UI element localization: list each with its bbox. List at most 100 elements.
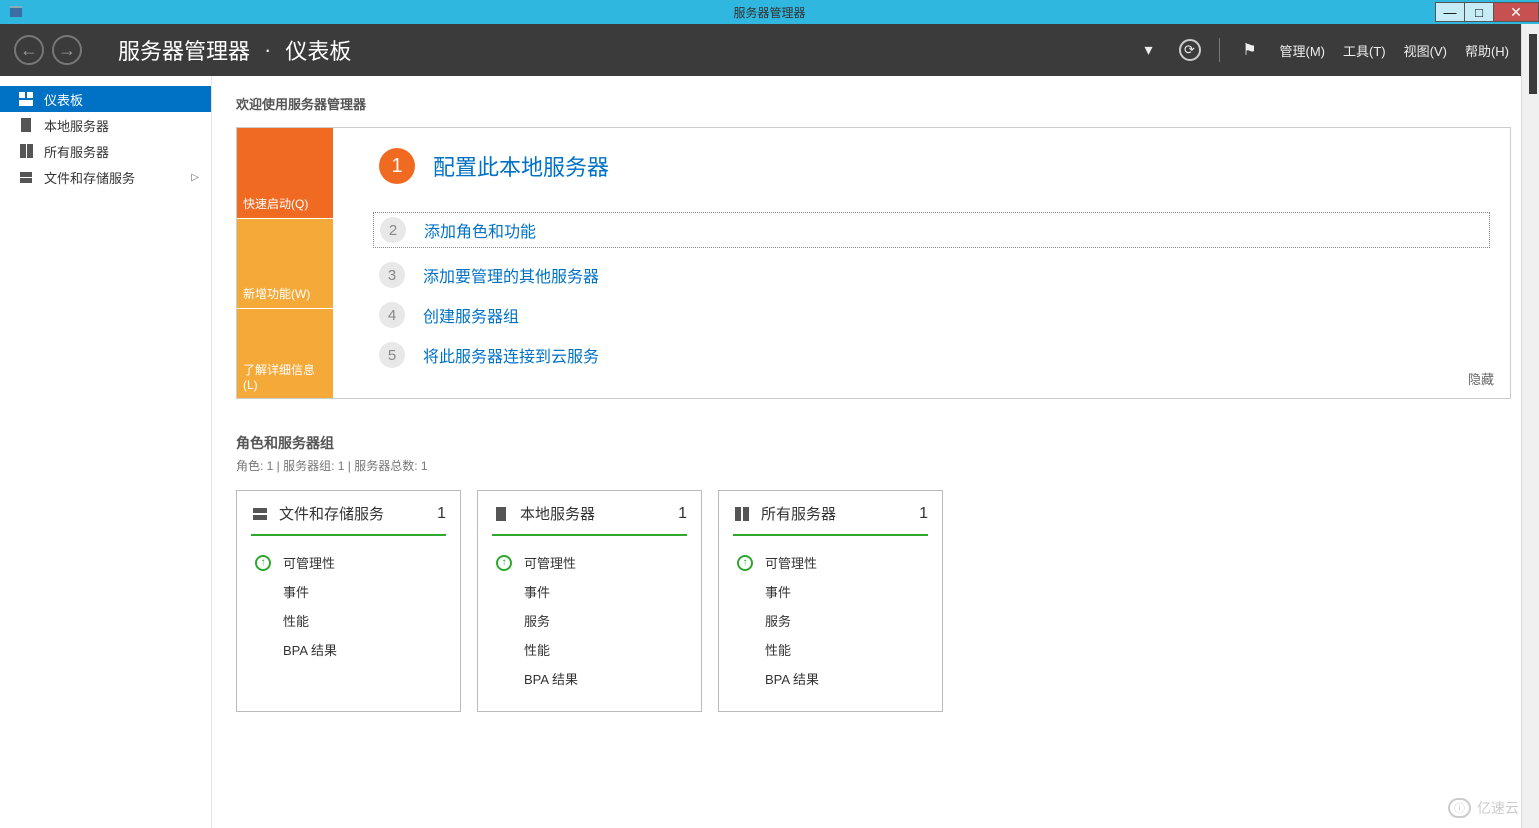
header: ← → 服务器管理器 · 仪表板 ▾ ⟳ ⚑ 管理(M) 工具(T) 视图(V)… [0,24,1539,76]
roles-title: 角色和服务器组 [236,433,1511,453]
step-link: 创建服务器组 [423,303,519,327]
scrollbar-thumb[interactable] [1529,34,1537,94]
tile-row-manageability[interactable]: ↑ 可管理性 [733,548,928,577]
tab-whats-new[interactable]: 新增功能(W) [237,218,333,308]
servers-icon [18,143,34,159]
tab-label: 新增功能(W) [243,285,310,302]
breadcrumb-app: 服务器管理器 [118,34,250,66]
tab-learn-more[interactable]: 了解详细信息(L) [237,308,333,398]
breadcrumb-page: 仪表板 [285,34,351,66]
tile-row-label: 事件 [765,582,791,601]
chevron-right-icon: ▷ [191,172,199,183]
welcome-header: 欢迎使用服务器管理器 [236,94,1511,113]
status-ok-icon: ↑ [737,555,753,571]
tile-row-label: 性能 [283,611,309,630]
tile-head[interactable]: 所有服务器 1 [733,503,928,524]
tile-file-storage: 文件和存储服务 1 ↑可管理性 事件 性能 BPA 结果 [236,490,461,712]
tile-row-manageability[interactable]: ↑可管理性 [492,548,687,577]
menu-help[interactable]: 帮助(H) [1465,41,1509,60]
tile-row-bpa[interactable]: BPA 结果 [492,664,687,693]
tile-count: 1 [437,505,446,523]
refresh-icon[interactable]: ⟳ [1179,39,1201,61]
step-5[interactable]: 5 将此服务器连接到云服务 [379,342,1490,368]
sidebar-label: 本地服务器 [44,116,109,135]
tile-row-label: 可管理性 [283,553,335,572]
tile-head[interactable]: 文件和存储服务 1 [251,503,446,524]
tile-count: 1 [919,505,928,523]
tile-row-services[interactable]: 服务 [733,606,928,635]
sidebar-item-dashboard[interactable]: 仪表板 [0,86,211,112]
tile-row-label: 可管理性 [765,553,817,572]
tab-label: 了解详细信息(L) [243,361,327,392]
menu-view[interactable]: 视图(V) [1404,41,1447,60]
tab-quick-start[interactable]: 快速启动(Q) [237,128,333,218]
step-number: 4 [379,302,405,328]
tile-local-server: 本地服务器 1 ↑可管理性 事件 服务 性能 BPA 结果 [477,490,702,712]
watermark-logo-icon: ⓘ [1448,798,1471,818]
tile-row-label: BPA 结果 [524,669,578,688]
main: 欢迎使用服务器管理器 快速启动(Q) 新增功能(W) 了解详细信息(L) 1 配… [212,76,1539,828]
menu-tools[interactable]: 工具(T) [1343,41,1386,60]
roles-sub: 角色: 1 | 服务器组: 1 | 服务器总数: 1 [236,457,1511,474]
breadcrumb-sep: · [264,37,271,63]
close-button[interactable]: ✕ [1493,2,1539,22]
nav-back-button[interactable]: ← [14,35,44,65]
tile-separator [492,534,687,536]
step-number: 1 [379,148,415,184]
storage-icon [18,169,34,185]
tile-row-performance[interactable]: 性能 [251,606,446,635]
step-2[interactable]: 2 添加角色和功能 [373,212,1490,248]
nav-forward-button[interactable]: → [52,35,82,65]
tile-row-bpa[interactable]: BPA 结果 [733,664,928,693]
breadcrumb: 服务器管理器 · 仪表板 [118,34,351,66]
step-1[interactable]: 1 配置此本地服务器 [379,148,1490,184]
window-controls: — □ ✕ [1436,2,1539,22]
tile-row-label: 事件 [283,582,309,601]
tile-row-label: 事件 [524,582,550,601]
tile-row-performance[interactable]: 性能 [492,635,687,664]
step-number: 3 [379,262,405,288]
welcome-body: 1 配置此本地服务器 2 添加角色和功能 3 添加要管理的其他服务器 4 创建服… [333,128,1510,398]
sidebar-item-file-storage[interactable]: 文件和存储服务 ▷ [0,164,211,190]
dashboard-icon [18,91,34,107]
tile-row-events[interactable]: 事件 [492,577,687,606]
sidebar-label: 文件和存储服务 [44,168,135,187]
hide-link[interactable]: 隐藏 [1468,369,1494,388]
tile-row-bpa[interactable]: BPA 结果 [251,635,446,664]
tile-row-label: BPA 结果 [765,669,819,688]
menu-manage[interactable]: 管理(M) [1280,41,1326,60]
step-3[interactable]: 3 添加要管理的其他服务器 [379,262,1490,288]
sidebar-item-local-server[interactable]: 本地服务器 [0,112,211,138]
tile-row-events[interactable]: 事件 [251,577,446,606]
tile-count: 1 [678,505,687,523]
status-ok-icon: ↑ [496,555,512,571]
watermark: ⓘ 亿速云 [1448,798,1519,818]
step-link: 将此服务器连接到云服务 [423,343,599,367]
welcome-panel: 快速启动(Q) 新增功能(W) 了解详细信息(L) 1 配置此本地服务器 2 添… [236,127,1511,399]
flag-icon[interactable]: ⚑ [1238,38,1262,62]
welcome-tabs: 快速启动(Q) 新增功能(W) 了解详细信息(L) [237,128,333,398]
tile-row-label: BPA 结果 [283,640,337,659]
tile-head[interactable]: 本地服务器 1 [492,503,687,524]
tile-row-label: 服务 [765,611,791,630]
tile-row-label: 性能 [765,640,791,659]
tile-separator [733,534,928,536]
maximize-button[interactable]: □ [1464,2,1494,22]
servers-icon [733,505,751,523]
minimize-button[interactable]: — [1435,2,1465,22]
tile-row-label: 性能 [524,640,550,659]
tab-label: 快速启动(Q) [243,195,308,212]
dropdown-icon[interactable]: ▾ [1137,38,1161,62]
step-4[interactable]: 4 创建服务器组 [379,302,1490,328]
step-link: 配置此本地服务器 [433,150,609,182]
tile-row-manageability[interactable]: ↑可管理性 [251,548,446,577]
titlebar: 服务器管理器 — □ ✕ [0,0,1539,24]
tile-row-performance[interactable]: 性能 [733,635,928,664]
storage-icon [251,505,269,523]
tile-separator [251,534,446,536]
sidebar-item-all-servers[interactable]: 所有服务器 [0,138,211,164]
tile-row-events[interactable]: 事件 [733,577,928,606]
tiles: 文件和存储服务 1 ↑可管理性 事件 性能 BPA 结果 本地服务器 1 ↑可管… [236,490,1511,712]
scrollbar[interactable] [1521,24,1539,828]
tile-row-services[interactable]: 服务 [492,606,687,635]
